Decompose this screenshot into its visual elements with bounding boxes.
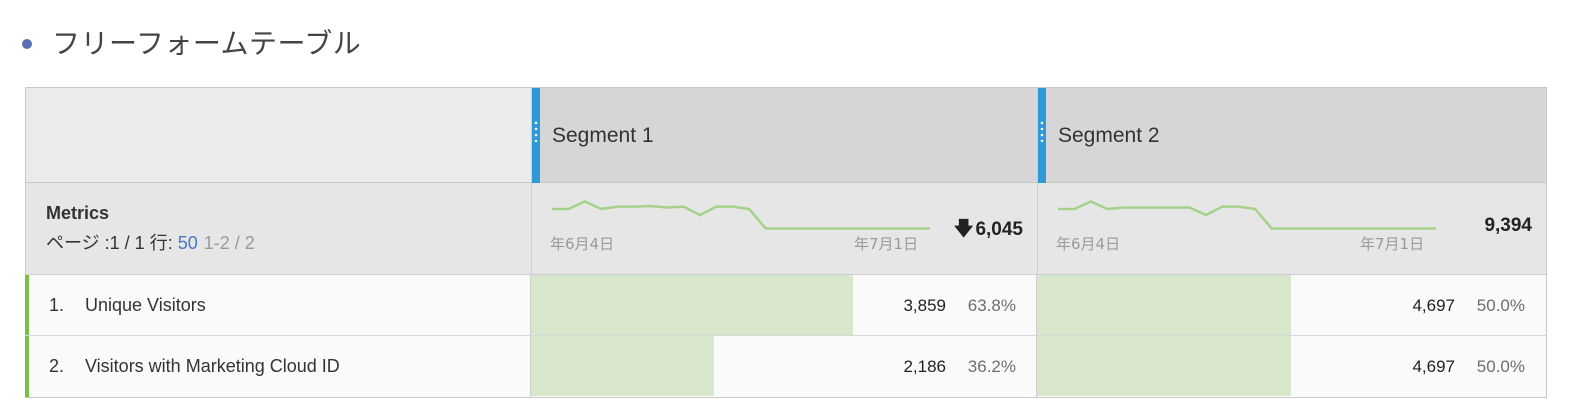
metric-value: 4,697 [1412, 357, 1455, 376]
page-label: ページ : [46, 233, 110, 253]
panel-collapse-dot[interactable] [22, 39, 32, 49]
metric-percent: 63.8% [967, 296, 1016, 315]
row-rank: 1. [49, 295, 65, 315]
metric-cell[interactable]: 4,697 50.0% [1037, 275, 1545, 335]
summary-cell-segment-2: 年6月4日 年7月1日 9,394 [1038, 183, 1546, 274]
metrics-title: Metrics [46, 203, 110, 223]
column-header-segment-2[interactable]: Segment 2 [1038, 88, 1546, 183]
rows-per-page-selector[interactable]: 50 [178, 233, 198, 253]
column-total: 🡇 6,045 [954, 215, 1023, 247]
sparkline-end-date: 年7月1日 [854, 235, 919, 253]
value-bar [531, 275, 854, 335]
metric-percent: 36.2% [967, 357, 1016, 376]
table-row[interactable]: 1. Unique Visitors 3,859 63.8% 4,697 50.… [25, 275, 1546, 336]
value-bar [1037, 275, 1291, 335]
column-header-segment-1[interactable]: Segment 1 [532, 88, 1038, 183]
segment-label: Segment 1 [552, 124, 654, 147]
total-value: 9,394 [1484, 215, 1532, 236]
sparkline-end-date: 年7月1日 [1360, 235, 1425, 253]
dimension-cell[interactable]: 1. Unique Visitors [25, 275, 531, 335]
sparkline [552, 200, 930, 230]
sparkline-start-date: 年6月4日 [550, 235, 615, 253]
sparkline-start-date: 年6月4日 [1056, 235, 1121, 253]
total-value: 6,045 [975, 219, 1023, 240]
metric-cell[interactable]: 2,186 36.2% [531, 336, 1037, 397]
page-value: 1 / 1 [109, 233, 145, 253]
rows-label: 行: [144, 233, 173, 253]
freeform-table: Segment 1 Segment 2 Metrics ページ :1 / 1 行… [25, 87, 1547, 398]
sparkline [1058, 200, 1436, 230]
drag-handle-icon[interactable] [1038, 88, 1046, 183]
row-range: 1-2 / 2 [203, 233, 255, 253]
dimension-header-cell [26, 88, 532, 182]
metric-value: 2,186 [903, 357, 946, 376]
column-total: 9,394 [1484, 215, 1532, 237]
dimension-cell[interactable]: 2. Visitors with Marketing Cloud ID [25, 336, 531, 397]
metric-cell[interactable]: 3,859 63.8% [531, 275, 1037, 335]
segment-label: Segment 2 [1058, 124, 1160, 147]
metric-value: 3,859 [903, 296, 946, 315]
panel-header: フリーフォームテーブル [22, 22, 361, 62]
row-label[interactable]: Unique Visitors [85, 295, 206, 316]
table-row[interactable]: 2. Visitors with Marketing Cloud ID 2,18… [25, 336, 1546, 397]
metric-cell[interactable]: 4,697 50.0% [1037, 336, 1545, 397]
pagination: ページ :1 / 1 行: 50 1-2 / 2 [46, 229, 255, 255]
row-rank: 2. [49, 356, 65, 376]
row-label[interactable]: Visitors with Marketing Cloud ID [85, 356, 340, 377]
table-header-row: Segment 1 Segment 2 [26, 88, 1546, 183]
value-bar [1037, 336, 1291, 396]
metric-percent: 50.0% [1476, 357, 1525, 376]
metrics-summary-row: Metrics ページ :1 / 1 行: 50 1-2 / 2 年6月4日 年7… [26, 183, 1546, 275]
panel-title: フリーフォームテーブル [52, 27, 362, 60]
metric-percent: 50.0% [1476, 296, 1525, 315]
metrics-info-cell: Metrics ページ :1 / 1 行: 50 1-2 / 2 [26, 183, 532, 274]
arrow-down-icon: 🡇 [953, 219, 974, 240]
value-bar [531, 336, 714, 396]
summary-cell-segment-1: 年6月4日 年7月1日 🡇 6,045 [532, 183, 1038, 274]
drag-handle-icon[interactable] [532, 88, 540, 183]
metric-value: 4,697 [1412, 296, 1455, 315]
